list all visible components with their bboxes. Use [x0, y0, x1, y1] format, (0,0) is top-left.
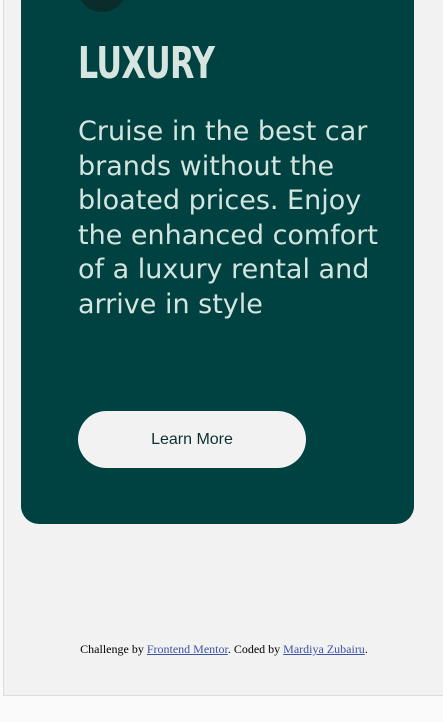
coded-by-prefix: . Coded by [227, 642, 284, 656]
frontend-mentor-link[interactable]: Frontend Mentor [147, 642, 228, 656]
author-link[interactable]: Mardiya Zubairu [283, 642, 365, 656]
attribution-suffix: . [364, 642, 368, 656]
luxury-card: LUXURY Cruise in the best car brands wit… [21, 0, 414, 524]
learn-more-button[interactable]: Learn More [78, 411, 306, 468]
card-description: Cruise in the best car brands without th… [78, 116, 378, 320]
page-background: LUXURY Cruise in the best car brands wit… [3, 0, 443, 696]
attribution: Challenge by Frontend Mentor. Coded by M… [4, 642, 443, 657]
card-title: LUXURY [78, 38, 215, 89]
challenge-prefix: Challenge by [80, 642, 147, 656]
car-icon [78, 0, 126, 12]
